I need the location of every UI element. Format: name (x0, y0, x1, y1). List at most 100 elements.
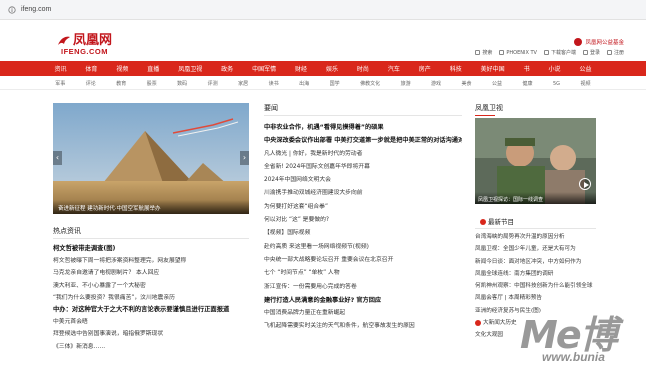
nav-item[interactable]: 房产 (419, 64, 431, 73)
subnav-item[interactable]: 数码 (177, 80, 187, 87)
nav-item[interactable]: 资讯 (54, 64, 66, 73)
nav-item[interactable]: 小说 (549, 64, 561, 73)
login-tool[interactable]: 登录 (582, 49, 600, 56)
list-item[interactable]: 飞机起降需要实时关注的天气和条件，航空事故发生的原因 (264, 320, 462, 333)
watermark-url: www.bunia (542, 350, 605, 364)
list-item[interactable]: 大新闻大历史 (475, 317, 605, 329)
list-item[interactable]: 七个 “时间节点” “单枚” 人物 (264, 267, 462, 280)
list-item[interactable]: 何凯神州观察：中国科技创新为什么能引领全球 (475, 280, 605, 292)
nav-item[interactable]: 政务 (221, 64, 233, 73)
slider-caption[interactable]: 奋进新征程 建功新时代·中国空军航展举办 (53, 200, 249, 214)
list-item[interactable]: 赴约高质 来这里看一场网络视频节(视频) (264, 241, 462, 254)
list-item[interactable]: 凤凰会客厅 | 本周精彩预告 (475, 292, 605, 304)
nav-item[interactable]: 中国军情 (252, 64, 276, 73)
subnav-item[interactable]: 股票 (147, 80, 157, 87)
list-item[interactable]: 何以对比 “这” 是要做的? (264, 214, 462, 227)
main-nav: 资讯 体育 视频 直播 凤凰卫视 政务 中国军情 财经 娱乐 时尚 汽车 房产 … (0, 61, 646, 76)
promo-link[interactable]: 凤凰网公益基金 (574, 38, 624, 46)
subnav-item[interactable]: 军事 (55, 80, 65, 87)
list-item[interactable]: 中央深改委会议作出部署 中美打交道第一步就是把中美正常的对话沟通对外 (264, 134, 462, 147)
charity-icon (574, 38, 583, 46)
phoenix-tv-tool[interactable]: PHOENIX TV (499, 49, 537, 56)
list-item[interactable]: 中美元首会晤 (53, 316, 249, 328)
list-item[interactable]: 全省新! 2024年国际文创嘉年华即将开幕 (264, 161, 462, 174)
url-text[interactable]: ifeng.com (21, 6, 51, 13)
header-tools: 搜索 PHOENIX TV 下载客户端 登录 注册 (475, 49, 624, 56)
left-section-title[interactable]: 热点资讯 (53, 226, 81, 239)
list-item[interactable]: 中办：对这种官大于之大不利的言论表示要谨慎且进行正面报道 (53, 304, 249, 316)
list-item[interactable]: 浙江宣传：一份需要用心完成的答卷 (264, 281, 462, 294)
nav-item[interactable]: 书 (524, 64, 530, 73)
pyramid-photo (53, 103, 249, 214)
list-item[interactable]: “我们为什么要投资？我很痛苦”，汶川地震亲历 (53, 292, 249, 304)
list-item[interactable]: 中非农业合作，机遇“看得见摸得着”的硕果 (264, 121, 462, 134)
list-item[interactable]: 凤凰全球连线：南方集团的调研 (475, 268, 605, 280)
nav-item[interactable]: 视频 (116, 64, 128, 73)
download-tool[interactable]: 下载客户端 (543, 49, 576, 56)
radio-icon (480, 219, 486, 225)
list-item[interactable]: 凡人微光 | 你好，我是新时代的劳动者 (264, 148, 462, 161)
nav-item[interactable]: 美好中国 (481, 64, 505, 73)
divider (53, 238, 249, 239)
subnav-item[interactable]: 评测 (208, 80, 218, 87)
list-item[interactable]: 【视频】国际视频 (264, 227, 462, 240)
list-item[interactable]: 建行打造人民满意的金融事业好? 官方回应 (264, 294, 462, 307)
nav-item[interactable]: 凤凰卫视 (178, 64, 202, 73)
nav-item[interactable]: 公益 (579, 64, 591, 73)
nav-item[interactable]: 科技 (450, 64, 462, 73)
tv-video-card[interactable]: 凤凰卫视探访：国际一线调查 (475, 118, 596, 204)
list-item[interactable]: 2024年中国网络文明大会 (264, 174, 462, 187)
list-item[interactable]: 新闻今日谈：面对地区冲突，中方如何作为 (475, 256, 605, 268)
list-item[interactable]: 中国消费品牌力量正在重新崛起 (264, 307, 462, 320)
subnav-item[interactable]: 游戏 (431, 80, 441, 87)
subnav-item[interactable]: 佛教文化 (360, 80, 380, 87)
list-item[interactable]: 《三体》新消息…… (53, 341, 249, 353)
promo-text: 凤凰网公益基金 (585, 40, 624, 46)
subnav-item[interactable]: 国学 (330, 80, 340, 87)
list-item[interactable]: 文化大观园 (475, 329, 605, 341)
list-item[interactable]: 台湾海峡的局势再次升温的原因分析 (475, 231, 605, 243)
search-tool[interactable]: 搜索 (475, 49, 492, 56)
right-section2-title[interactable]: 最新节目 (480, 216, 514, 226)
list-item[interactable]: 中央统一部大战略要论坛召开 重要会议在北京召开 (264, 254, 462, 267)
nav-item[interactable]: 直播 (147, 64, 159, 73)
list-item[interactable]: 马克龙亲自邀请了电视剧制片？ 本人回应 (53, 267, 249, 279)
list-item[interactable]: 澳大利亚、不小心暴露了一个大秘密 (53, 280, 249, 292)
play-icon[interactable] (579, 178, 591, 190)
subnav-item[interactable]: 视频 (581, 80, 591, 87)
info-icon[interactable] (8, 5, 16, 14)
subnav-item[interactable]: 教育 (116, 80, 126, 87)
radio-icon (475, 319, 481, 326)
right-section-title[interactable]: 凤凰卫视 (475, 103, 503, 116)
subnav-item[interactable]: 出海 (299, 80, 309, 87)
nav-item[interactable]: 汽车 (388, 64, 400, 73)
subnav-item[interactable]: 健康 (523, 80, 533, 87)
mid-section-title[interactable]: 要闻 (264, 103, 284, 116)
site-logo[interactable]: 凤凰网 IFENG.COM (57, 34, 127, 60)
phone-icon (543, 50, 549, 55)
nav-item[interactable]: 娱乐 (326, 64, 338, 73)
slider-next-button[interactable]: › (240, 151, 249, 165)
nav-item[interactable]: 财经 (295, 64, 307, 73)
list-item[interactable]: 为何要打好这套“组合拳” (264, 201, 462, 214)
nav-item[interactable]: 体育 (85, 64, 97, 73)
list-item[interactable]: 柯文哲被带走调查(图) (53, 243, 249, 255)
list-item[interactable]: 亚洲的经济复苏与民生(图) (475, 305, 605, 317)
nav-item[interactable]: 时尚 (357, 64, 369, 73)
subnav-item[interactable]: 评论 (86, 80, 96, 87)
slider-prev-button[interactable]: ‹ (53, 151, 62, 165)
register-tool[interactable]: 注册 (606, 49, 624, 56)
subnav-item[interactable]: 美食 (462, 80, 472, 87)
list-item[interactable]: 川渝携手推动双城经济圈建设大步向前 (264, 187, 462, 200)
list-item[interactable]: 凤凰卫视：全国少年儿童，还是大有可为 (475, 243, 605, 255)
address-bar[interactable]: ifeng.com (0, 0, 646, 20)
subnav-item[interactable]: 家居 (238, 80, 248, 87)
subnav-item[interactable]: 旅游 (401, 80, 411, 87)
subnav-item[interactable]: 公益 (492, 80, 502, 87)
list-item[interactable]: 柯文哲被曝下周一将把涉案资料整理完，网友展望称 (53, 255, 249, 267)
subnav-item[interactable]: 读书 (269, 80, 279, 87)
tv-icon (499, 50, 505, 55)
list-item[interactable]: 拜登候选中告别国事演说，暗指俄罗斯现状 (53, 328, 249, 340)
subnav-item[interactable]: 5G (553, 81, 560, 87)
photo-slider[interactable]: ‹ › 奋进新征程 建功新时代·中国空军航展举办 (53, 103, 249, 214)
